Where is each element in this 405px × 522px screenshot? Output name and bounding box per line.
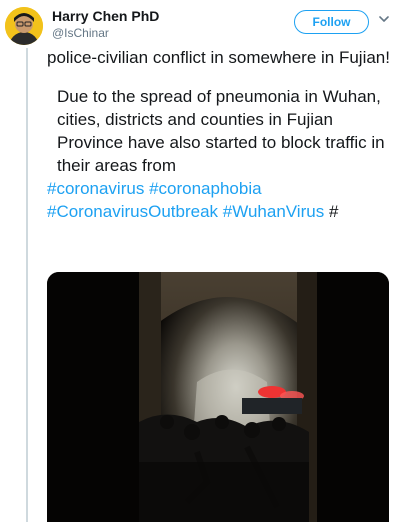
tweet-paragraph-2: Due to the spread of pneumonia in Wuhan,… <box>57 87 385 175</box>
avatar[interactable] <box>5 7 43 45</box>
author-handle[interactable]: @IsChinar <box>52 26 109 40</box>
video-player[interactable] <box>47 272 389 522</box>
hashtag-tail: # <box>328 202 339 221</box>
avatar-icon <box>5 7 43 45</box>
hashtag-link[interactable]: #WuhanVirus <box>223 202 324 221</box>
chevron-down-icon[interactable] <box>377 12 391 26</box>
hashtag-link[interactable]: #CoronavirusOutbreak <box>47 202 218 221</box>
author-name[interactable]: Harry Chen PhD <box>52 8 159 24</box>
thread-line <box>26 48 28 522</box>
follow-button[interactable]: Follow <box>294 10 369 34</box>
hashtag-link[interactable]: #coronaphobia <box>149 179 261 198</box>
video-frame <box>47 272 389 522</box>
hashtag-list: #coronavirus #coronaphobia #CoronavirusO… <box>47 177 399 223</box>
hashtag-link[interactable]: #coronavirus <box>47 179 144 198</box>
tweet-text: police-civilian conflict in somewhere in… <box>47 46 399 223</box>
tweet-paragraph-1: police-civilian conflict in somewhere in… <box>47 48 390 67</box>
